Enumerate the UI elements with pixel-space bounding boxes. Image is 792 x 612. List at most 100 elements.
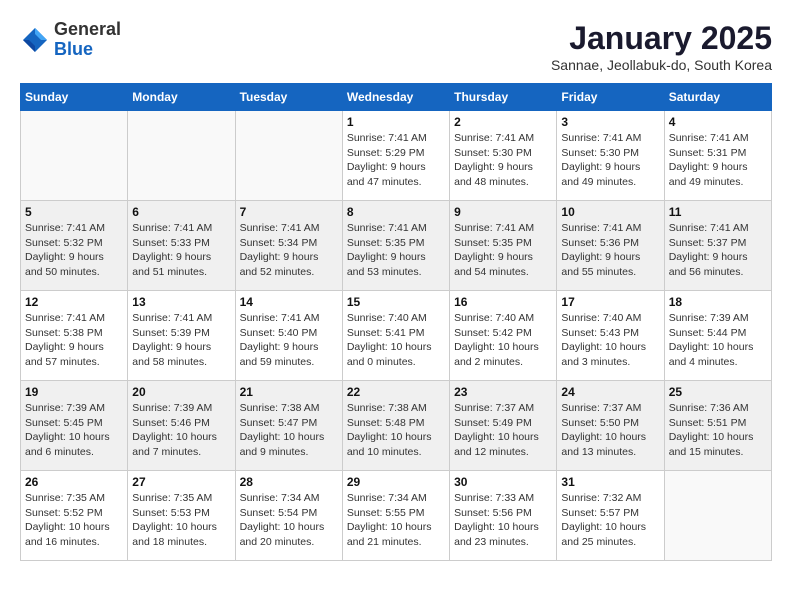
day-number: 28	[240, 475, 338, 489]
calendar-cell: 30Sunrise: 7:33 AM Sunset: 5:56 PM Dayli…	[450, 471, 557, 561]
day-number: 4	[669, 115, 767, 129]
column-header-saturday: Saturday	[664, 84, 771, 111]
day-number: 25	[669, 385, 767, 399]
calendar-cell: 12Sunrise: 7:41 AM Sunset: 5:38 PM Dayli…	[21, 291, 128, 381]
calendar-week-row: 1 Sunrise: 7:41 AM Sunset: 5:29 PM Daylig…	[21, 111, 772, 201]
day-number: 2	[454, 115, 552, 129]
day-info: Sunrise: 7:38 AM Sunset: 5:47 PM Dayligh…	[240, 401, 338, 460]
calendar-cell	[21, 111, 128, 201]
day-number: 22	[347, 385, 445, 399]
day-info: Sunrise: 7:41 AM Sunset: 5:31 PM Dayligh…	[669, 131, 767, 190]
day-number: 19	[25, 385, 123, 399]
calendar-week-row: 12Sunrise: 7:41 AM Sunset: 5:38 PM Dayli…	[21, 291, 772, 381]
calendar-cell: 1 Sunrise: 7:41 AM Sunset: 5:29 PM Daylig…	[342, 111, 449, 201]
column-header-sunday: Sunday	[21, 84, 128, 111]
column-header-monday: Monday	[128, 84, 235, 111]
day-number: 12	[25, 295, 123, 309]
logo-blue: Blue	[54, 39, 93, 59]
day-info: Sunrise: 7:40 AM Sunset: 5:43 PM Dayligh…	[561, 311, 659, 370]
day-number: 15	[347, 295, 445, 309]
day-number: 11	[669, 205, 767, 219]
calendar-cell: 10 Sunrise: 7:41 AM Sunset: 5:36 PM Dayli…	[557, 201, 664, 291]
calendar-header-row: SundayMondayTuesdayWednesdayThursdayFrid…	[21, 84, 772, 111]
day-info: Sunrise: 7:41 AM Sunset: 5:39 PM Dayligh…	[132, 311, 230, 370]
day-number: 16	[454, 295, 552, 309]
day-info: Sunrise: 7:41 AM Sunset: 5:29 PM Dayligh…	[347, 131, 445, 190]
calendar-cell: 29 Sunrise: 7:34 AM Sunset: 5:55 PM Dayli…	[342, 471, 449, 561]
day-info: Sunrise: 7:41 AM Sunset: 5:35 PM Dayligh…	[347, 221, 445, 280]
day-number: 14	[240, 295, 338, 309]
day-info: Sunrise: 7:39 AM Sunset: 5:45 PM Dayligh…	[25, 401, 123, 460]
logo-icon	[20, 25, 50, 55]
calendar-cell: 9Sunrise: 7:41 AM Sunset: 5:35 PM Daylig…	[450, 201, 557, 291]
day-info: Sunrise: 7:41 AM Sunset: 5:34 PM Dayligh…	[240, 221, 338, 280]
day-number: 9	[454, 205, 552, 219]
day-number: 8	[347, 205, 445, 219]
day-info: Sunrise: 7:34 AM Sunset: 5:55 PM Dayligh…	[347, 491, 445, 550]
calendar-week-row: 26 Sunrise: 7:35 AM Sunset: 5:52 PM Dayli…	[21, 471, 772, 561]
calendar-week-row: 5 Sunrise: 7:41 AM Sunset: 5:32 PM Daylig…	[21, 201, 772, 291]
calendar-cell: 23Sunrise: 7:37 AM Sunset: 5:49 PM Dayli…	[450, 381, 557, 471]
calendar-cell: 20Sunrise: 7:39 AM Sunset: 5:46 PM Dayli…	[128, 381, 235, 471]
day-number: 5	[25, 205, 123, 219]
column-header-friday: Friday	[557, 84, 664, 111]
day-info: Sunrise: 7:41 AM Sunset: 5:33 PM Dayligh…	[132, 221, 230, 280]
calendar-cell: 28 Sunrise: 7:34 AM Sunset: 5:54 PM Dayli…	[235, 471, 342, 561]
calendar-cell: 24Sunrise: 7:37 AM Sunset: 5:50 PM Dayli…	[557, 381, 664, 471]
logo: General Blue	[20, 20, 121, 60]
day-number: 31	[561, 475, 659, 489]
day-info: Sunrise: 7:41 AM Sunset: 5:40 PM Dayligh…	[240, 311, 338, 370]
day-info: Sunrise: 7:32 AM Sunset: 5:57 PM Dayligh…	[561, 491, 659, 550]
column-header-thursday: Thursday	[450, 84, 557, 111]
calendar-table: SundayMondayTuesdayWednesdayThursdayFrid…	[20, 83, 772, 561]
calendar-cell: 18Sunrise: 7:39 AM Sunset: 5:44 PM Dayli…	[664, 291, 771, 381]
day-number: 26	[25, 475, 123, 489]
calendar-week-row: 19 Sunrise: 7:39 AM Sunset: 5:45 PM Dayli…	[21, 381, 772, 471]
day-info: Sunrise: 7:41 AM Sunset: 5:30 PM Dayligh…	[454, 131, 552, 190]
day-number: 23	[454, 385, 552, 399]
day-number: 24	[561, 385, 659, 399]
title-section: January 2025 Sannae, Jeollabuk-do, South…	[551, 20, 772, 73]
calendar-cell: 6Sunrise: 7:41 AM Sunset: 5:33 PM Daylig…	[128, 201, 235, 291]
day-info: Sunrise: 7:41 AM Sunset: 5:36 PM Dayligh…	[561, 221, 659, 280]
calendar-cell: 11 Sunrise: 7:41 AM Sunset: 5:37 PM Dayli…	[664, 201, 771, 291]
day-info: Sunrise: 7:35 AM Sunset: 5:52 PM Dayligh…	[25, 491, 123, 550]
day-info: Sunrise: 7:41 AM Sunset: 5:37 PM Dayligh…	[669, 221, 767, 280]
calendar-cell: 19 Sunrise: 7:39 AM Sunset: 5:45 PM Dayli…	[21, 381, 128, 471]
day-number: 21	[240, 385, 338, 399]
day-number: 3	[561, 115, 659, 129]
calendar-cell: 4 Sunrise: 7:41 AM Sunset: 5:31 PM Daylig…	[664, 111, 771, 201]
month-title: January 2025	[551, 20, 772, 57]
calendar-cell	[664, 471, 771, 561]
day-info: Sunrise: 7:40 AM Sunset: 5:42 PM Dayligh…	[454, 311, 552, 370]
calendar-cell: 13Sunrise: 7:41 AM Sunset: 5:39 PM Dayli…	[128, 291, 235, 381]
page-header: General Blue January 2025 Sannae, Jeolla…	[20, 20, 772, 73]
day-info: Sunrise: 7:35 AM Sunset: 5:53 PM Dayligh…	[132, 491, 230, 550]
calendar-cell	[128, 111, 235, 201]
calendar-cell: 17 Sunrise: 7:40 AM Sunset: 5:43 PM Dayli…	[557, 291, 664, 381]
location-subtitle: Sannae, Jeollabuk-do, South Korea	[551, 57, 772, 73]
calendar-cell: 26 Sunrise: 7:35 AM Sunset: 5:52 PM Dayli…	[21, 471, 128, 561]
calendar-cell: 8 Sunrise: 7:41 AM Sunset: 5:35 PM Daylig…	[342, 201, 449, 291]
calendar-cell: 14 Sunrise: 7:41 AM Sunset: 5:40 PM Dayli…	[235, 291, 342, 381]
calendar-cell: 25 Sunrise: 7:36 AM Sunset: 5:51 PM Dayli…	[664, 381, 771, 471]
calendar-cell: 5 Sunrise: 7:41 AM Sunset: 5:32 PM Daylig…	[21, 201, 128, 291]
calendar-cell: 27 Sunrise: 7:35 AM Sunset: 5:53 PM Dayli…	[128, 471, 235, 561]
day-number: 10	[561, 205, 659, 219]
day-number: 27	[132, 475, 230, 489]
day-number: 29	[347, 475, 445, 489]
calendar-cell: 3 Sunrise: 7:41 AM Sunset: 5:30 PM Daylig…	[557, 111, 664, 201]
calendar-cell: 16 Sunrise: 7:40 AM Sunset: 5:42 PM Dayli…	[450, 291, 557, 381]
logo-text: General Blue	[54, 20, 121, 60]
day-info: Sunrise: 7:36 AM Sunset: 5:51 PM Dayligh…	[669, 401, 767, 460]
day-info: Sunrise: 7:34 AM Sunset: 5:54 PM Dayligh…	[240, 491, 338, 550]
day-info: Sunrise: 7:41 AM Sunset: 5:32 PM Dayligh…	[25, 221, 123, 280]
column-header-wednesday: Wednesday	[342, 84, 449, 111]
day-info: Sunrise: 7:39 AM Sunset: 5:46 PM Dayligh…	[132, 401, 230, 460]
day-number: 1	[347, 115, 445, 129]
calendar-cell: 2 Sunrise: 7:41 AM Sunset: 5:30 PM Daylig…	[450, 111, 557, 201]
day-info: Sunrise: 7:41 AM Sunset: 5:30 PM Dayligh…	[561, 131, 659, 190]
day-number: 17	[561, 295, 659, 309]
calendar-cell: 22Sunrise: 7:38 AM Sunset: 5:48 PM Dayli…	[342, 381, 449, 471]
calendar-cell	[235, 111, 342, 201]
